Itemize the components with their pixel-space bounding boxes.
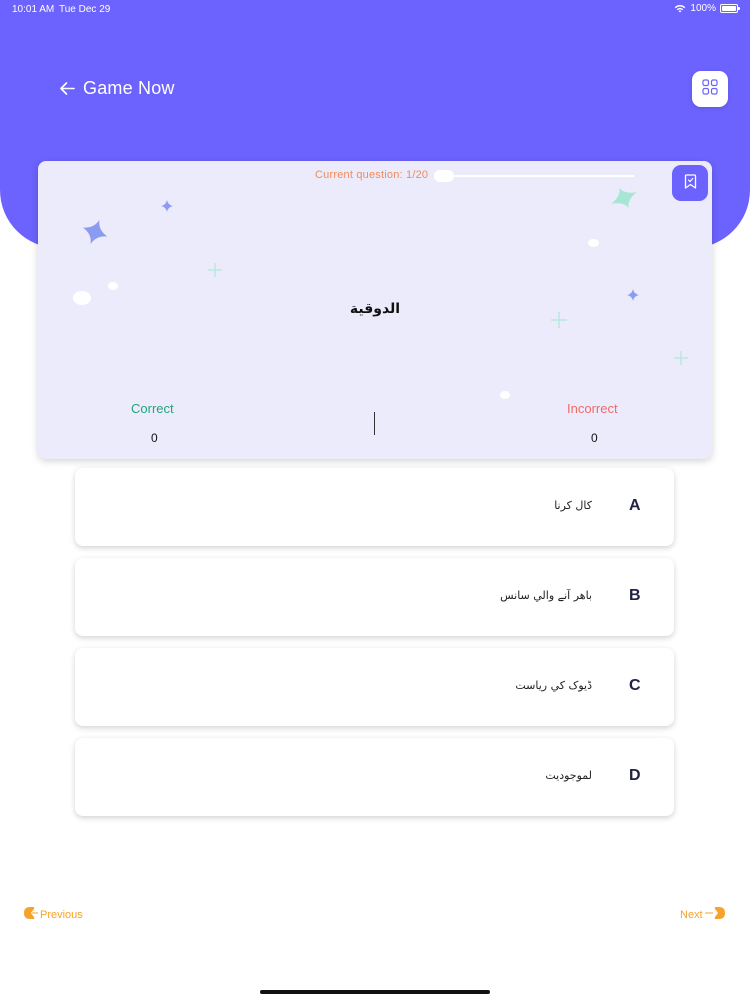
cloud-dot — [108, 282, 118, 290]
sparkle-icon — [161, 200, 173, 212]
battery-percent: 100% — [690, 3, 716, 14]
arrow-left-icon — [60, 82, 75, 95]
progress-track — [434, 175, 634, 177]
previous-button[interactable]: Previous — [22, 906, 83, 923]
status-bar: 10:01 AM Tue Dec 29 100% — [0, 0, 750, 20]
back-button[interactable]: Game Now — [60, 78, 175, 99]
option-text: لموجوديت — [545, 769, 592, 782]
option-letter: C — [629, 677, 641, 694]
sparkle-icon — [611, 188, 637, 208]
game-screen: 10:01 AM Tue Dec 29 100% Game Now Curren… — [0, 0, 750, 1000]
battery-icon — [720, 4, 740, 13]
option-text: کال کرنا — [554, 499, 592, 512]
incorrect-label: Incorrect — [567, 401, 618, 416]
option-d[interactable]: لموجوديت D — [75, 738, 674, 816]
next-button[interactable]: Next — [680, 906, 727, 923]
next-label: Next — [680, 908, 703, 921]
option-letter: D — [629, 767, 641, 784]
correct-label: Correct — [131, 401, 174, 416]
plus-icon — [674, 351, 688, 365]
correct-count: 0 — [151, 431, 158, 445]
incorrect-count: 0 — [591, 431, 598, 445]
option-c[interactable]: ڈیوک کي رياست C — [75, 648, 674, 726]
menu-button[interactable] — [692, 71, 728, 107]
bookmark-button[interactable] — [672, 165, 708, 201]
option-a[interactable]: کال کرنا A — [75, 468, 674, 546]
option-letter: B — [629, 587, 641, 604]
status-time: 10:01 AM — [12, 4, 55, 15]
arrow-left-icon — [22, 906, 38, 923]
score-divider — [374, 412, 375, 435]
option-text: باهر آنے والي سانس — [500, 589, 592, 602]
question-card: Current question: 1/20 الدوقية Correct 0… — [38, 161, 712, 459]
cloud-dot — [588, 239, 599, 247]
sparkle-icon — [82, 219, 108, 245]
status-date: Tue Dec 29 — [59, 4, 111, 15]
option-letter: A — [629, 497, 641, 514]
question-word: الدوقية — [349, 301, 401, 317]
wifi-icon — [674, 4, 686, 13]
arrow-right-icon — [704, 906, 727, 923]
cloud-dot — [500, 391, 510, 399]
bookmark-icon — [684, 173, 697, 193]
progress-knob — [434, 170, 454, 182]
status-right: 100% — [674, 3, 740, 14]
sparkle-icon — [627, 289, 639, 301]
option-text: ڈیوک کي رياست — [515, 679, 592, 692]
current-question-label: Current question: 1/20 — [315, 169, 429, 181]
page-title: Game Now — [83, 78, 175, 98]
option-b[interactable]: باهر آنے والي سانس B — [75, 558, 674, 636]
plus-icon — [208, 263, 222, 277]
grid-icon — [702, 79, 718, 99]
previous-label: Previous — [40, 908, 83, 921]
home-indicator[interactable] — [260, 990, 490, 994]
